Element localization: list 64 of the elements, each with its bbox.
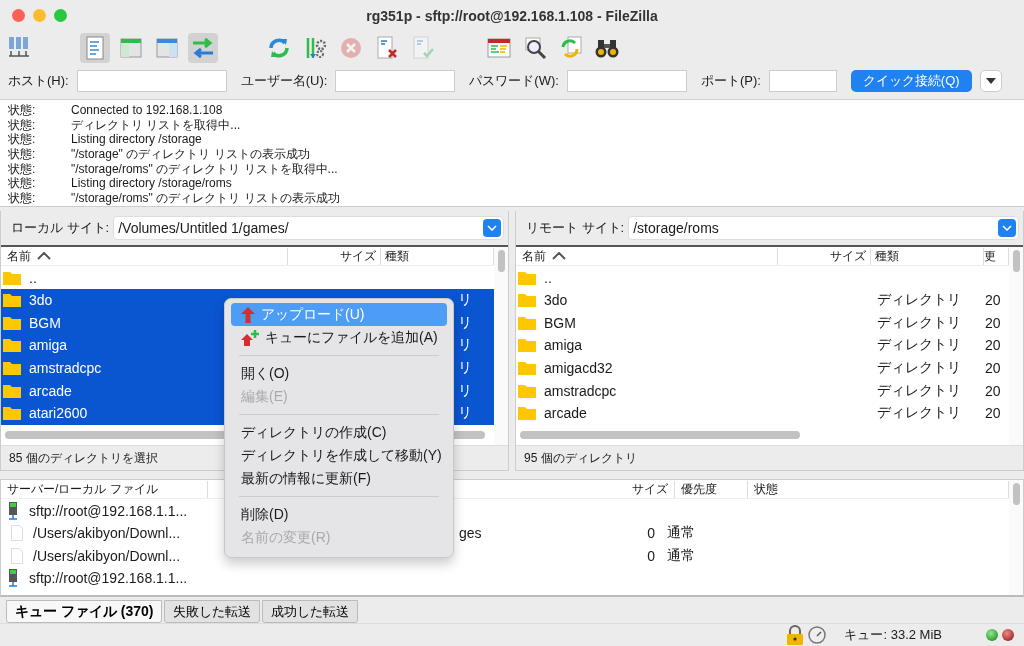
log-message: "/storage/roms" のディレクトリ リストの表示成功 xyxy=(71,190,340,206)
log-message: Listing directory /storage/roms xyxy=(71,176,232,191)
log-message: Connected to 192.168.1.108 xyxy=(71,103,223,118)
file-name: BGM xyxy=(544,314,576,331)
file-type: ディレクトリ xyxy=(877,313,961,330)
queue-priority: 通常 xyxy=(667,524,695,541)
file-type: リ xyxy=(458,336,472,353)
port-label: ポート(P): xyxy=(700,72,761,91)
file-type: リ xyxy=(458,381,472,398)
queue-priority: 通常 xyxy=(667,546,695,563)
log-status-label: 状態: xyxy=(8,161,37,177)
log-status-label: 状態: xyxy=(8,132,37,147)
site-label: リモート サイト: xyxy=(526,219,625,238)
file-type: ディレクトリ xyxy=(877,336,961,353)
file-name: 3do xyxy=(544,292,568,309)
file-name: BGM xyxy=(29,314,61,331)
file-name: arcade xyxy=(544,405,587,422)
file-type: リ xyxy=(458,359,472,376)
file-type: リ xyxy=(458,313,472,330)
file-name: 3do xyxy=(29,292,53,309)
file-type: ディレクトリ xyxy=(877,404,961,421)
queue-size: 0 xyxy=(647,525,655,542)
log-message: Listing directory /storage xyxy=(71,132,202,147)
file-date: 20 xyxy=(985,360,1002,377)
username-label: ユーザー名(U): xyxy=(240,72,328,91)
file-name: amstradcpc xyxy=(544,382,617,399)
file-date: 20 xyxy=(985,314,1002,331)
queue-local-file: /Users/akibyon/Downl... xyxy=(33,525,181,542)
queue-server: sftp://root@192.168.1.1... xyxy=(29,570,188,587)
file-name: amiga xyxy=(29,337,68,354)
file-type: リ xyxy=(458,291,472,308)
site-label: ローカル サイト: xyxy=(11,219,110,238)
log-status-label: 状態: xyxy=(8,103,37,118)
log-message: "/storage/roms" のディレクトリ リストを取得中... xyxy=(71,161,338,177)
file-date: 20 xyxy=(985,292,1002,309)
pane-status-text: 95 個のディレクトリ xyxy=(516,445,1023,471)
file-type: リ xyxy=(458,404,472,421)
file-date: 20 xyxy=(985,405,1002,422)
file-date: 20 xyxy=(985,382,1002,399)
log-status-label: 状態: xyxy=(8,190,37,206)
log-status-label: 状態: xyxy=(8,176,37,191)
file-name: arcade xyxy=(29,382,72,399)
log-message: "/storage" のディレクトリ リストの表示成功 xyxy=(71,147,310,162)
log-status-label: 状態: xyxy=(8,117,37,133)
file-name: atari2600 xyxy=(29,405,88,422)
file-name: .. xyxy=(544,269,552,286)
file-name: amiga xyxy=(544,337,583,354)
file-name: amigacd32 xyxy=(544,360,613,377)
queue-size-text: キュー: 33.2 MiB xyxy=(844,626,942,645)
file-name: .. xyxy=(29,269,37,286)
window-title: rg351p - sftp://root@192.168.1.108 - FileZilla xyxy=(366,7,658,24)
log-message: ディレクトリ リストを取得中... xyxy=(71,117,241,133)
file-date: 20 xyxy=(985,337,1002,354)
queue-size: 0 xyxy=(647,547,655,564)
file-type: ディレクトリ xyxy=(877,291,961,308)
queue-server: sftp://root@192.168.1.1... xyxy=(29,502,188,519)
log-status-label: 状態: xyxy=(8,147,37,162)
file-type: ディレクトリ xyxy=(877,381,961,398)
password-label: パスワード(W): xyxy=(469,72,559,91)
host-label: ホスト(H): xyxy=(8,72,69,91)
queue-local-file: /Users/akibyon/Downl... xyxy=(33,547,181,564)
file-type: ディレクトリ xyxy=(877,359,961,376)
queue-remote-file: ges xyxy=(459,525,482,542)
file-name: amstradcpc xyxy=(29,360,102,377)
